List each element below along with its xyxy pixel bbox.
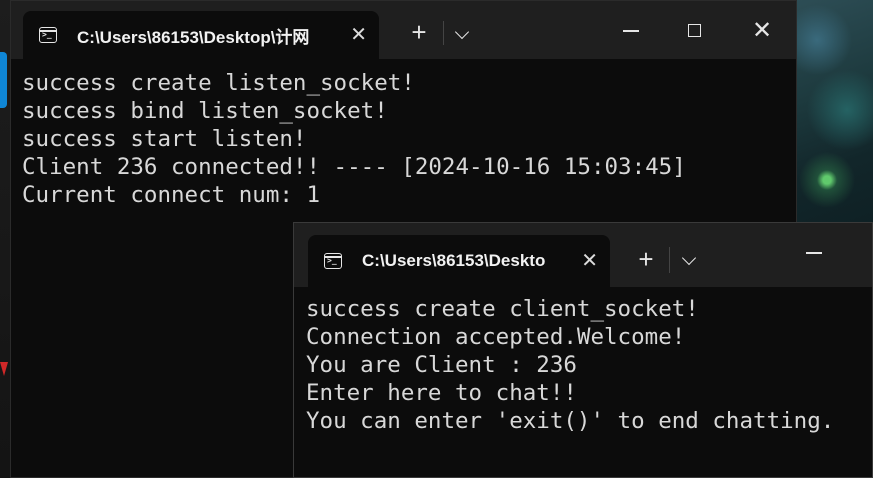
console-line: You can enter 'exit()' to end chatting.: [306, 408, 835, 434]
server-console-output[interactable]: success create listen_socket! success bin…: [22, 69, 686, 209]
server-tab[interactable]: C:\Users\86153\Desktop\计网 ✕: [23, 11, 379, 59]
minimize-icon: [623, 30, 639, 32]
tab-dropdown-button[interactable]: [678, 245, 700, 271]
console-line: Client 236 connected!! ---- [2024-10-16 …: [22, 154, 686, 180]
minimize-icon: [806, 252, 822, 254]
server-titlebar[interactable]: C:\Users\86153\Desktop\计网 ✕ + ✕: [11, 1, 796, 59]
maximize-button[interactable]: [674, 17, 714, 43]
chevron-down-icon: [454, 24, 470, 40]
close-tab-icon[interactable]: ✕: [350, 25, 367, 45]
close-button[interactable]: ✕: [742, 15, 782, 45]
console-line: Enter here to chat!!: [306, 380, 577, 406]
server-tab-title: C:\Users\86153\Desktop\计网: [77, 27, 310, 47]
maximize-icon: [687, 23, 701, 37]
terminal-icon: [39, 27, 57, 43]
console-line: success create client_socket!: [306, 296, 699, 322]
console-line: Current connect num: 1: [22, 182, 321, 208]
new-tab-button[interactable]: +: [404, 16, 434, 48]
console-line: Connection accepted.Welcome!: [306, 324, 686, 350]
minimize-button[interactable]: [611, 19, 651, 43]
titlebar-separator: [669, 247, 670, 273]
client-console-output[interactable]: success create client_socket! Connection …: [306, 295, 834, 435]
console-line: success start listen!: [22, 126, 307, 152]
desktop-app-icon: [0, 52, 7, 108]
tab-dropdown-button[interactable]: [451, 19, 473, 45]
client-terminal-window[interactable]: C:\Users\86153\Deskto ✕ + success create…: [293, 222, 873, 478]
minimize-button[interactable]: [794, 241, 834, 265]
chevron-down-icon: [681, 250, 697, 266]
console-line: success bind listen_socket!: [22, 98, 388, 124]
desktop-wallpaper: [797, 0, 873, 230]
console-line: You are Client : 236: [306, 352, 577, 378]
new-tab-button[interactable]: +: [631, 243, 661, 275]
client-tab[interactable]: C:\Users\86153\Deskto ✕: [308, 235, 610, 287]
client-titlebar[interactable]: C:\Users\86153\Deskto ✕ +: [294, 223, 872, 287]
titlebar-separator: [443, 21, 444, 45]
console-line: success create listen_socket!: [22, 70, 415, 96]
terminal-icon: [324, 253, 342, 269]
close-icon: ✕: [751, 16, 773, 44]
close-tab-icon[interactable]: ✕: [581, 251, 598, 271]
client-tab-title: C:\Users\86153\Deskto: [362, 251, 546, 270]
